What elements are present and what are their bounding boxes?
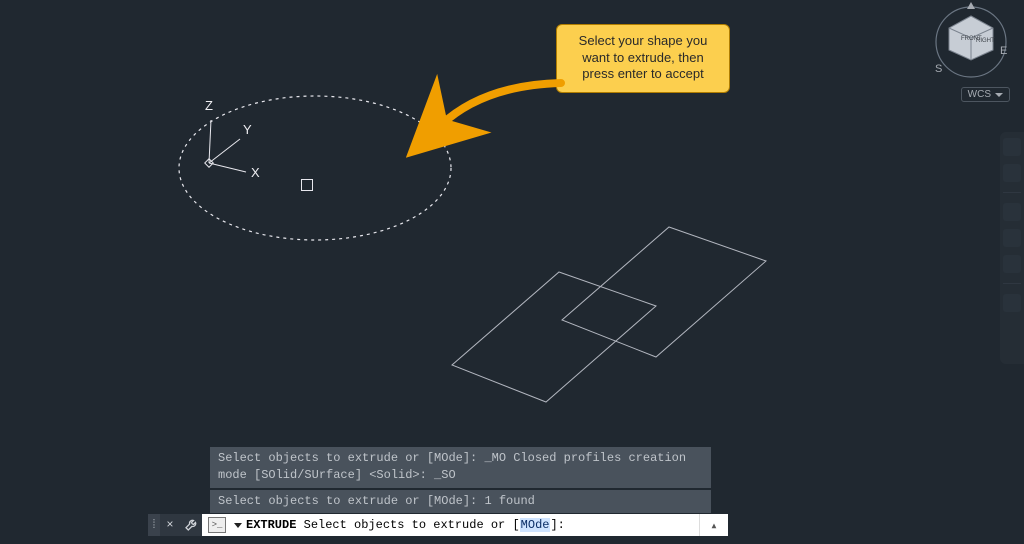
command-history-line: Select objects to extrude or [MOde]: _MO… <box>210 447 711 488</box>
command-prompt-text: EXTRUDE Select objects to extrude or [MO… <box>246 518 565 532</box>
ucs-x-label: X <box>251 165 260 180</box>
viewcube-s-label: S <box>935 63 942 75</box>
pick-cursor <box>301 179 313 191</box>
command-line-drag-handle[interactable]: ⁞ <box>148 514 160 536</box>
ucs-z-label: Z <box>205 98 213 113</box>
recent-commands-dropdown-icon[interactable] <box>234 523 242 528</box>
wcs-label: WCS <box>968 89 991 100</box>
command-line-close-button[interactable]: × <box>160 514 180 536</box>
command-line[interactable]: ⁞ × >_ EXTRUDE Select objects to extrude… <box>148 514 728 536</box>
instruction-callout: Select your shape you want to extrude, t… <box>556 24 730 93</box>
command-history[interactable]: Select objects to extrude or [MOde]: _MO… <box>210 447 711 513</box>
command-option-mode[interactable]: MOde <box>520 518 551 532</box>
nav-tool-5[interactable] <box>1003 255 1021 273</box>
instruction-callout-text: Select your shape you want to extrude, t… <box>556 24 730 93</box>
nav-tool-3[interactable] <box>1003 203 1021 221</box>
view-cube[interactable]: FRONT RIGHT S E <box>926 0 1016 80</box>
nav-tool-4[interactable] <box>1003 229 1021 247</box>
nav-tool-1[interactable] <box>1003 138 1021 156</box>
nav-tool-6[interactable] <box>1003 294 1021 312</box>
viewcube-e-label: E <box>1000 45 1007 57</box>
ucs-icon: X Y Z <box>196 98 296 188</box>
chevron-down-icon <box>995 93 1003 97</box>
ucs-y-label: Y <box>243 122 252 137</box>
command-line-customize-button[interactable] <box>180 514 202 536</box>
command-input[interactable]: >_ EXTRUDE Select objects to extrude or … <box>202 514 699 536</box>
command-history-line: Select objects to extrude or [MOde]: 1 f… <box>210 490 711 513</box>
model-space-viewport[interactable]: X Y Z Select your shape you want to extr… <box>0 0 1024 544</box>
command-history-expand-button[interactable]: ▴ <box>699 514 728 536</box>
console-icon: >_ <box>208 517 226 533</box>
navigation-bar[interactable] <box>1000 132 1024 364</box>
wcs-dropdown[interactable]: WCS <box>961 87 1010 102</box>
viewcube-right-label: RIGHT <box>976 38 995 44</box>
wrench-icon <box>184 518 198 532</box>
shape-quad-right[interactable] <box>556 226 776 366</box>
callout-arrow-icon <box>429 80 579 140</box>
nav-tool-2[interactable] <box>1003 164 1021 182</box>
viewcube-north-arrow-icon[interactable] <box>967 2 975 9</box>
